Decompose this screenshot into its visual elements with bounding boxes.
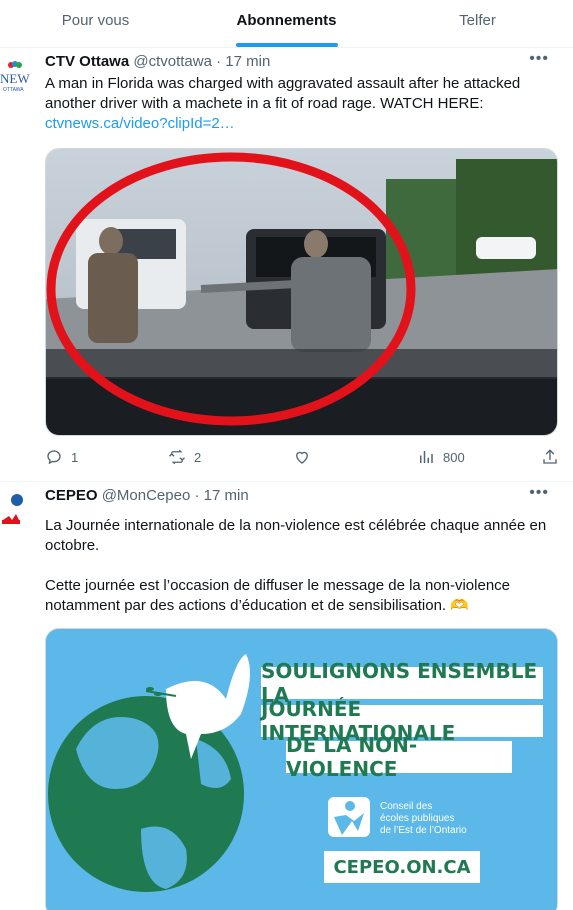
- active-tab-indicator: [235, 43, 338, 47]
- tweet-image-banner[interactable]: SOULIGNONS ENSEMBLE LA JOURNÉE INTERNATI…: [45, 628, 558, 910]
- retweet-button[interactable]: 2: [168, 448, 201, 466]
- tab-abonnements[interactable]: Abonnements: [191, 0, 382, 47]
- tweet-text-line: Cette journée est l’occasion de diffuser…: [45, 577, 510, 594]
- banner-website: CEPEO.ON.CA: [324, 851, 480, 883]
- organization-name: Conseil des écoles publiques de l’Est de…: [380, 801, 467, 837]
- retweet-icon: [169, 449, 185, 465]
- separator-dot: ·: [216, 53, 222, 70]
- tweet-actions: 1 2 800: [45, 448, 560, 472]
- tab-pour-vous[interactable]: Pour vous: [0, 0, 191, 47]
- reply-count: 1: [71, 449, 79, 465]
- tab-label: Telfer: [459, 12, 496, 29]
- tweet-text-line: La Journée internationale de la non-viol…: [45, 517, 547, 534]
- separator-dot: ·: [194, 487, 200, 504]
- tweet-text-line: notamment par des actions d’éducation et…: [45, 596, 565, 616]
- more-icon[interactable]: •••: [529, 50, 549, 68]
- tab-label: Pour vous: [61, 12, 130, 29]
- share-button[interactable]: [541, 448, 559, 466]
- avatar[interactable]: NEWS OTTAWA: [0, 58, 30, 98]
- view-count: 800: [443, 449, 465, 465]
- tweet-text-line: A man in Florida was charged with aggrav…: [45, 75, 521, 92]
- display-name[interactable]: CTV Ottawa: [45, 53, 129, 70]
- retweet-count: 2: [194, 449, 202, 465]
- avatar[interactable]: [0, 492, 30, 532]
- org-name-line: écoles publiques: [380, 813, 455, 824]
- org-name-line: Conseil des: [380, 801, 433, 812]
- user-handle[interactable]: @MonCepeo: [102, 487, 191, 504]
- org-name-line: de l’Est de l’Ontario: [380, 825, 467, 836]
- tweet-text-line: octobre.: [45, 537, 100, 554]
- share-icon: [543, 449, 557, 464]
- views-icon: [420, 451, 433, 463]
- like-icon: [296, 451, 308, 464]
- tweet-link[interactable]: ctvnews.ca/video?clipId=2…: [45, 114, 565, 134]
- tweet-text: La Journée internationale de la non-viol…: [45, 516, 565, 616]
- more-icon[interactable]: •••: [529, 484, 549, 502]
- display-name[interactable]: CEPEO: [45, 487, 98, 504]
- cepeo-logo: [328, 797, 370, 837]
- tweet-cepeo[interactable]: CEPEO @MonCepeo · 17 min ••• La Journée …: [0, 482, 573, 910]
- tweet-header: CEPEO @MonCepeo · 17 min: [45, 487, 249, 504]
- banner-line-3: DE LA NON-VIOLENCE: [286, 733, 512, 781]
- user-handle[interactable]: @ctvottawa: [133, 53, 212, 70]
- like-button[interactable]: [293, 448, 311, 466]
- timestamp[interactable]: 17 min: [204, 487, 249, 504]
- tweet-ctv-ottawa[interactable]: NEWS OTTAWA CTV Ottawa @ctvottawa · 17 m…: [0, 48, 573, 482]
- reply-icon: [47, 450, 61, 465]
- tweet-text-fragment: notamment par des actions d’éducation et…: [45, 597, 447, 614]
- reply-button[interactable]: 1: [45, 448, 78, 466]
- tab-label: Abonnements: [236, 12, 337, 29]
- tweet-header: CTV Ottawa @ctvottawa · 17 min: [45, 53, 270, 70]
- tweet-video-thumbnail[interactable]: [45, 148, 558, 436]
- views-button[interactable]: 800: [417, 448, 465, 466]
- avatar-logo-text: NEWS: [0, 71, 30, 86]
- avatar-logo-subtext: OTTAWA: [3, 87, 24, 93]
- heart-hands-emoji: 🫶: [450, 597, 469, 614]
- tab-telfer[interactable]: Telfer: [382, 0, 573, 47]
- timeline-tabs: Pour vous Abonnements Telfer: [0, 0, 573, 48]
- tweet-text-line: another driver with a machete in a fit o…: [45, 95, 484, 112]
- banner-line-1: SOULIGNONS ENSEMBLE LA: [261, 659, 543, 707]
- timestamp[interactable]: 17 min: [225, 53, 270, 70]
- tweet-text: A man in Florida was charged with aggrav…: [45, 74, 565, 134]
